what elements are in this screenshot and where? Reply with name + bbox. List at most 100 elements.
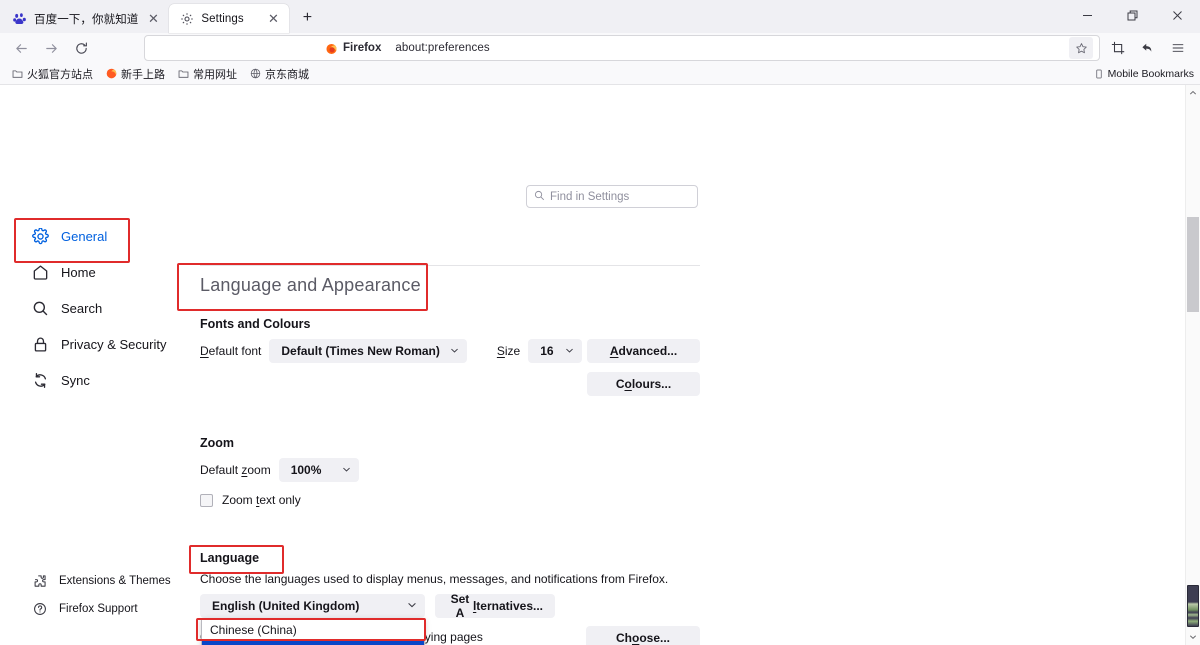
new-tab-button[interactable]: + [293,4,321,32]
bookmark-label: 新手上路 [121,68,165,81]
set-alternatives-button[interactable]: Set Al ternatives... [435,592,555,620]
bookmark-item[interactable]: 京东商城 [244,64,314,84]
firefox-icon [105,68,117,80]
choose-button[interactable]: Ch o ose... [586,626,700,645]
puzzle-icon [32,574,47,589]
sidebar-item-sync[interactable]: Sync [0,362,190,398]
default-font-row: Default font Default (Times New Roman) S… [200,339,583,363]
back-button[interactable] [6,35,36,61]
site-identity: Firefox [315,37,389,59]
navigation-toolbar: Firefox about:preferences [0,33,1200,63]
sidebar-item-search[interactable]: Search [0,290,190,326]
close-icon[interactable]: ✕ [265,11,281,27]
sidebar-item-extensions-themes[interactable]: Extensions & Themes [0,567,190,595]
mobile-bookmarks-button[interactable]: Mobile Bookmarks [1093,68,1194,80]
default-zoom-row: Default zoom 100% [200,458,359,482]
language-heading: Language [200,551,260,565]
sync-icon [32,372,49,389]
scroll-up-arrow-icon[interactable] [1186,86,1200,100]
zoom-text-only-label: Zoom text only [222,493,301,507]
search-icon [534,188,545,206]
chevron-down-icon [450,346,459,357]
sidebar-item-label: Search [61,300,103,316]
settings-sidebar: General Home Search Privacy & Security S… [0,85,190,645]
language-dropdown-menu[interactable]: Chinese (China) English (United Kingdom)… [201,618,425,645]
zoom-heading: Zoom [200,436,235,450]
scroll-down-arrow-icon[interactable] [1186,630,1200,644]
default-font-value: Default (Times New Roman) [281,344,440,358]
search-box[interactable] [526,185,698,208]
close-icon[interactable]: ✕ [145,11,161,27]
mobile-bookmarks-label: Mobile Bookmarks [1107,67,1194,80]
chevron-down-icon [565,346,574,357]
globe-icon [249,68,261,80]
default-zoom-value: 100% [290,463,322,477]
tab-strip: 百度一下，你就知道 ✕ Settings ✕ + [0,0,1200,33]
language-description: Choose the languages used to display men… [200,572,669,586]
page-title: Language and Appearance [200,275,421,295]
bookmark-label: 常用网址 [193,68,237,81]
settings-page: General Home Search [0,85,1200,645]
colours-button[interactable]: Co lours... [587,372,700,396]
sidebar-link-label: Firefox Support [59,603,138,615]
reload-button[interactable] [66,35,96,61]
browser-tab-settings[interactable]: Settings ✕ [169,4,290,33]
gear-icon [179,11,194,26]
chevron-down-icon [342,465,351,476]
baidu-paw-icon [12,11,27,26]
sidebar-item-firefox-support[interactable]: Firefox Support [0,595,190,623]
scrollbar-thumb[interactable] [1187,217,1199,312]
toolbar-right-icons [1104,35,1194,61]
question-circle-icon [32,602,47,617]
sidebar-item-label: General [61,228,108,244]
minimize-button[interactable] [1065,0,1110,31]
default-zoom-label: Default zoom [200,463,271,477]
zoom-text-only-checkbox[interactable] [200,493,213,507]
default-font-select[interactable]: Default (Times New Roman) [269,339,467,363]
font-size-select[interactable]: 16 [528,339,583,363]
firefox-icon [326,43,337,54]
sidebar-item-privacy-security[interactable]: Privacy & Security [0,326,190,362]
address-bar[interactable]: Firefox about:preferences [144,35,1100,61]
language-select-value: English (United Kingdom) [212,599,360,613]
bookmark-item[interactable]: 火狐官方站点 [6,64,98,84]
language-select[interactable]: English (United Kingdom) [200,594,425,618]
fonts-colours-heading: Fonts and Colours [200,317,311,331]
dropdown-option-english-uk[interactable]: English (United Kingdom) [202,640,424,645]
screenshot-icon[interactable] [1104,35,1132,61]
browser-tab[interactable]: 百度一下，你就知道 ✕ [2,4,169,33]
restore-button[interactable] [1110,0,1155,31]
default-font-label: Default font [200,344,262,358]
sidebar-item-home[interactable]: Home [0,254,190,290]
section-divider [200,265,700,266]
advanced-button[interactable]: Advanced... [587,339,700,363]
close-button[interactable] [1155,0,1200,31]
identity-label: Firefox [343,42,382,54]
lock-icon [32,336,49,353]
undo-arrow-icon[interactable] [1134,35,1162,61]
sidebar-bottom-links: Extensions & Themes Firefox Support [0,567,190,623]
zoom-text-only-row[interactable]: Zoom text only [200,493,301,507]
tab-title: Settings [201,12,244,25]
bookmark-star-icon[interactable] [1069,37,1093,59]
hamburger-menu-icon[interactable] [1164,35,1192,61]
bookmark-item[interactable]: 新手上路 [100,64,170,84]
bookmark-item[interactable]: 常用网址 [172,64,242,84]
sidebar-link-label: Extensions & Themes [59,575,171,587]
default-zoom-select[interactable]: 100% [278,458,359,482]
search-input[interactable] [550,190,697,203]
sidebar-item-label: Home [61,264,96,280]
url-text[interactable]: about:preferences [389,42,1069,54]
bookmark-label: 京东商城 [265,68,309,81]
window-controls [1065,0,1200,31]
font-size-value: 16 [540,344,554,358]
sidebar-item-general[interactable]: General [0,218,190,254]
gear-icon [32,227,49,245]
forward-button[interactable] [36,35,66,61]
mobile-icon [1093,68,1105,80]
dropdown-option-chinese[interactable]: Chinese (China) [202,620,424,640]
size-label: Size [496,344,521,358]
home-icon [32,264,49,281]
search-icon [32,300,49,317]
vertical-scrollbar[interactable] [1185,85,1200,645]
